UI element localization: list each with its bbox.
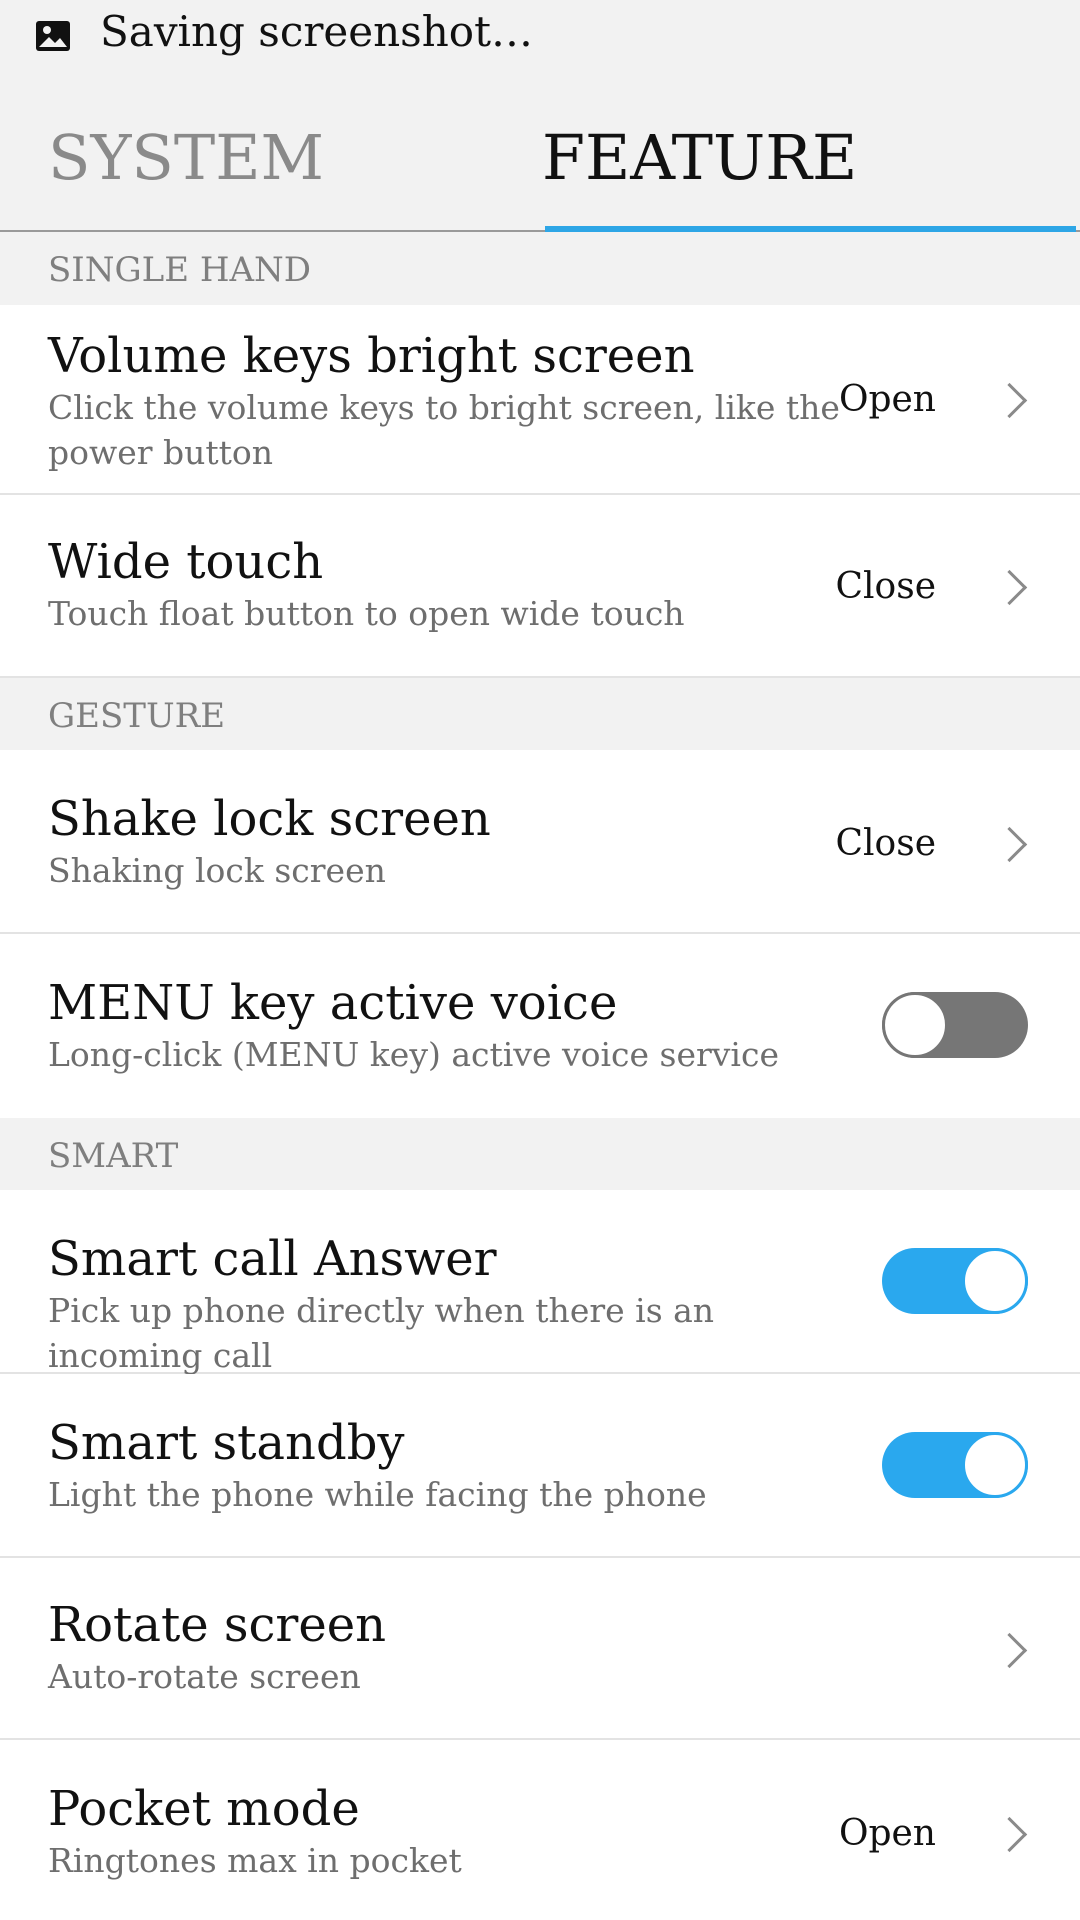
section-title: GESTURE [48,696,226,736]
setting-description: Auto-rotate screen [48,1657,361,1696]
tab-bar: SYSTEM FEATURE [0,80,1080,232]
setting-description: Shaking lock screen [48,851,386,890]
setting-value: Open [838,1813,936,1854]
setting-description: Ringtones max in pocket [48,1841,462,1880]
setting-title: Rotate screen [48,1597,387,1653]
toggle-knob [962,1248,1028,1314]
tab-system[interactable]: SYSTEM [48,118,324,198]
section-title: SMART [48,1136,179,1176]
smart-call-answer-toggle[interactable] [882,1248,1028,1314]
section-title: SINGLE HAND [48,250,312,290]
setting-title: Pocket mode [48,1781,360,1837]
status-bar: Saving screenshot… [0,0,1080,80]
smart-standby-toggle[interactable] [882,1432,1028,1498]
setting-title: Wide touch [48,534,324,590]
setting-description: Long-click (MENU key) active voice servi… [48,1035,779,1074]
toggle-knob [962,1432,1028,1498]
setting-value: Close [835,566,936,607]
section-header-smart: SMART [0,1118,1080,1190]
setting-title: Shake lock screen [48,791,491,847]
section-header-single-hand: SINGLE HAND [0,232,1080,305]
setting-title: Volume keys bright screen [48,328,695,384]
setting-title: Smart standby [48,1415,405,1471]
tab-feature[interactable]: FEATURE [542,118,857,198]
chevron-right-icon [991,1632,1028,1669]
setting-shake-lock-screen[interactable]: Shake lock screen Shaking lock screen Cl… [0,750,1080,934]
status-notification-text: Saving screenshot… [100,7,533,56]
setting-wide-touch[interactable]: Wide touch Touch float button to open wi… [0,495,1080,678]
chevron-right-icon [991,826,1028,863]
setting-smart-standby: Smart standby Light the phone while faci… [0,1374,1080,1558]
setting-value: Close [835,823,936,864]
setting-volume-keys-bright-screen[interactable]: Volume keys bright screen Click the volu… [0,305,1080,495]
setting-title: Smart call Answer [48,1231,497,1287]
toggle-knob [882,992,948,1058]
setting-description: Touch float button to open wide touch [48,594,685,633]
setting-pocket-mode[interactable]: Pocket mode Ringtones max in pocket Open [0,1740,1080,1920]
setting-menu-key-active-voice: MENU key active voice Long-click (MENU k… [0,934,1080,1118]
setting-description: Click the volume keys to bright screen, … [48,388,840,472]
chevron-right-icon [991,1816,1028,1853]
setting-value: Open [838,379,936,420]
setting-description: Pick up phone directly when there is an … [48,1291,715,1375]
setting-description: Light the phone while facing the phone [48,1475,707,1514]
image-icon [36,21,70,51]
chevron-right-icon [991,569,1028,606]
section-header-gesture: GESTURE [0,678,1080,750]
menu-key-active-voice-toggle[interactable] [882,992,1028,1058]
setting-smart-call-answer: Smart call Answer Pick up phone directly… [0,1190,1080,1375]
setting-rotate-screen[interactable]: Rotate screen Auto-rotate screen [0,1558,1080,1740]
chevron-right-icon [991,382,1028,419]
setting-title: MENU key active voice [48,975,618,1031]
